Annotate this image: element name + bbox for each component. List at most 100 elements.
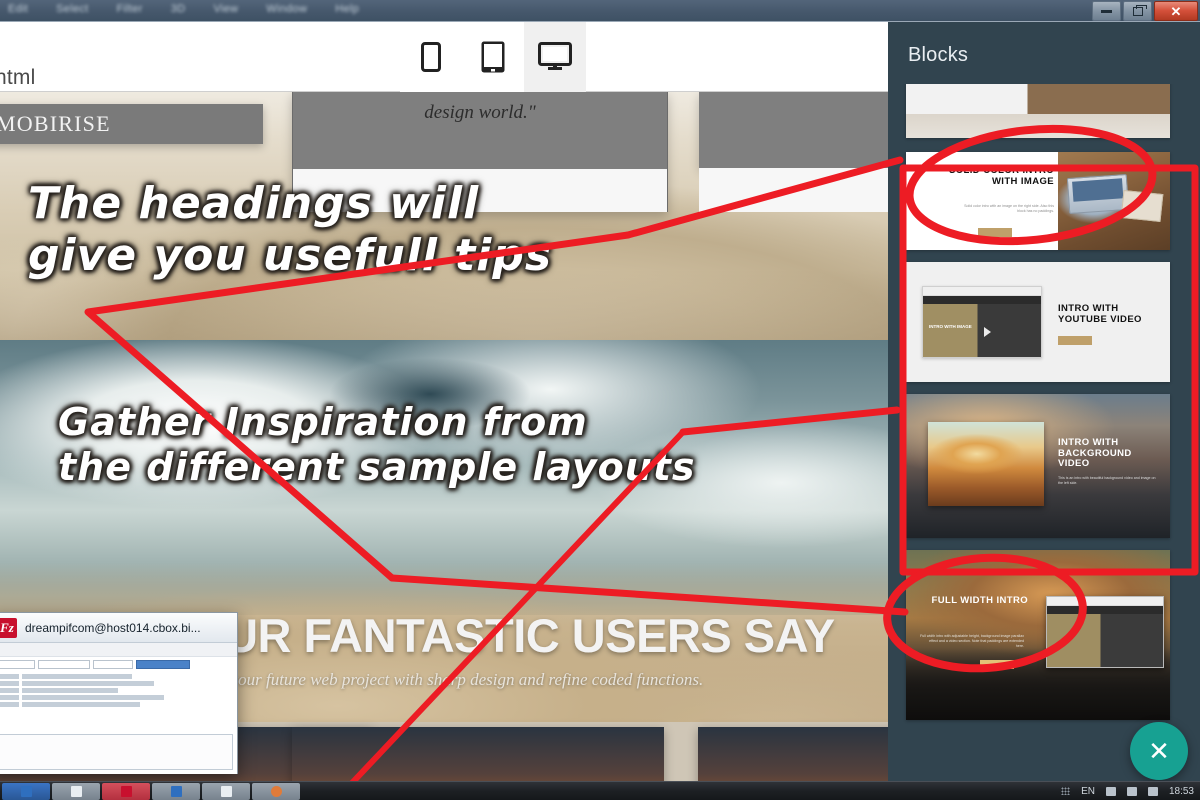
- device-desktop-button[interactable]: [524, 22, 586, 92]
- block-preview: [906, 84, 1170, 114]
- browser-sitenav: [1047, 606, 1163, 614]
- window-controls: ✕: [1092, 0, 1200, 22]
- username-field[interactable]: [38, 660, 90, 669]
- restore-icon: [1132, 4, 1147, 16]
- close-window-button[interactable]: ✕: [1154, 1, 1198, 21]
- block-preview-image: [1058, 152, 1170, 250]
- action-center-icon[interactable]: [1147, 786, 1158, 796]
- menu-item-view[interactable]: View: [213, 3, 238, 15]
- taskbar-item[interactable]: [2, 782, 50, 800]
- filezilla-window[interactable]: Fz dreampifcom@host014.cbox.bi...: [0, 612, 238, 774]
- language-indicator[interactable]: EN: [1081, 786, 1095, 797]
- blocks-panel-title: Blocks: [908, 44, 969, 66]
- taskbar-item-filezilla[interactable]: [102, 782, 150, 800]
- system-tray[interactable]: EN 18:53: [1061, 786, 1194, 797]
- site-navbar: MOBIRISE: [0, 104, 263, 144]
- device-preview-group: [400, 22, 586, 92]
- laptop-shape: [1066, 173, 1130, 215]
- play-icon: [984, 327, 992, 338]
- host-field[interactable]: [0, 660, 35, 669]
- close-blocks-panel-button[interactable]: ✕: [1130, 722, 1188, 780]
- network-icon[interactable]: [1105, 786, 1116, 796]
- filezilla-icon: Fz: [0, 617, 17, 638]
- filezilla-body: [0, 643, 237, 774]
- annotation-line: give you usefull tips: [28, 229, 553, 281]
- testimonial-card-right-footer: [699, 168, 888, 212]
- mobile-icon: [421, 42, 441, 72]
- menu-item-window[interactable]: Window: [266, 3, 307, 15]
- block-thumbnail[interactable]: [906, 84, 1170, 138]
- annotation-tip-headings: The headings will give you usefull tips: [28, 178, 552, 282]
- filezilla-titlebar: Fz dreampifcom@host014.cbox.bi...: [0, 613, 237, 643]
- block-cta-button: [1058, 336, 1092, 345]
- screen: Edit Select Filter 3D View Window Help ✕…: [0, 0, 1200, 800]
- menu-item-select[interactable]: Select: [56, 3, 88, 15]
- close-icon: ✕: [1170, 3, 1182, 19]
- password-field[interactable]: [93, 660, 133, 669]
- block-title: FULL WIDTH INTRO: [931, 595, 1028, 606]
- windows-taskbar[interactable]: EN 18:53: [0, 781, 1200, 800]
- device-mobile-button[interactable]: [400, 22, 462, 92]
- device-tablet-button[interactable]: [462, 22, 524, 92]
- site-logo: MOBIRISE: [0, 111, 111, 136]
- taskbar-item[interactable]: [202, 782, 250, 800]
- filezilla-title: dreampifcom@host014.cbox.bi...: [25, 620, 201, 635]
- taskbar-item[interactable]: [52, 782, 100, 800]
- filezilla-quickconnect[interactable]: [0, 657, 237, 672]
- app-icon: [170, 785, 182, 797]
- menu-item-filter[interactable]: Filter: [117, 3, 143, 15]
- tablet-icon: [481, 41, 505, 73]
- log-row: [0, 695, 233, 700]
- restore-button[interactable]: [1123, 1, 1152, 21]
- browser-addressbar: [923, 287, 1041, 296]
- testimonial-card-right: [699, 92, 888, 212]
- block-thumbnail-full-width-intro[interactable]: FULL WIDTH INTRO Full width intro with a…: [906, 550, 1170, 720]
- desktop-icon: [538, 42, 572, 70]
- taskbar-item[interactable]: [252, 782, 300, 800]
- annotation-line: The headings will: [28, 178, 480, 229]
- testimonial-quote-tail: design world.": [424, 102, 536, 123]
- app-icon: [220, 785, 232, 797]
- menu-item-edit[interactable]: Edit: [8, 3, 28, 15]
- annotation-tip-inspiration: Gather Inspiration from the different sa…: [58, 400, 696, 490]
- log-row: [0, 702, 233, 707]
- blocks-panel: Blocks SOLID COLOR INTRO WITH IMAGE Soli…: [888, 22, 1200, 799]
- block-title: INTRO WITH YOUTUBE VIDEO: [1058, 303, 1142, 325]
- browser-hero-label: INTRO WITH IMAGE: [929, 324, 972, 329]
- log-row: [0, 688, 233, 693]
- window-titlebar: Edit Select Filter 3D View Window Help ✕: [0, 0, 1200, 22]
- taskbar-item[interactable]: [152, 782, 200, 800]
- block-thumbnail-intro-with-background-video[interactable]: INTRO WITH BACKGROUND VIDEO This is an i…: [906, 394, 1170, 538]
- block-title: SOLID COLOR INTRO WITH IMAGE: [949, 165, 1054, 187]
- clock[interactable]: 18:53: [1169, 786, 1194, 797]
- browser-sitenav: [923, 296, 1041, 304]
- filezilla-toolbar[interactable]: [0, 643, 237, 657]
- minimize-button[interactable]: [1092, 1, 1121, 21]
- log-row: [0, 681, 233, 686]
- block-description: Solid color intro with an image on the r…: [964, 204, 1054, 213]
- menu-bar[interactable]: Edit Select Filter 3D View Window Help: [8, 3, 359, 15]
- blocks-list[interactable]: SOLID COLOR INTRO WITH IMAGE Solid color…: [888, 84, 1200, 744]
- page-tab-label[interactable]: html: [0, 66, 35, 90]
- browser-mockup: INTRO WITH IMAGE: [922, 286, 1042, 358]
- annotation-line: Gather Inspiration from: [58, 400, 588, 444]
- app-icon: [270, 785, 282, 797]
- filezilla-taskbar-icon: [120, 785, 132, 797]
- menu-item-3d[interactable]: 3D: [171, 3, 186, 15]
- block-thumbnail-solid-color-intro-with-image[interactable]: SOLID COLOR INTRO WITH IMAGE Solid color…: [906, 152, 1170, 250]
- tray-handle-icon[interactable]: [1061, 787, 1071, 795]
- minimize-icon: [1101, 9, 1112, 13]
- log-row: [0, 674, 233, 679]
- block-title: INTRO WITH BACKGROUND VIDEO: [1058, 437, 1132, 470]
- browser-addressbar: [1047, 597, 1163, 606]
- block-description: This is an intro with beautiful backgrou…: [1058, 476, 1156, 485]
- block-thumbnail-intro-with-youtube-video[interactable]: INTRO WITH IMAGE INTRO WITH YOUTUBE VIDE…: [906, 262, 1170, 382]
- volume-icon[interactable]: [1126, 786, 1137, 796]
- filezilla-file-pane[interactable]: [0, 734, 233, 770]
- browser-mockup: [1046, 596, 1164, 668]
- block-cta-button: [980, 660, 1014, 669]
- quickconnect-button[interactable]: [136, 660, 190, 669]
- filezilla-log: [0, 672, 237, 711]
- block-preview-image: [928, 422, 1044, 506]
- menu-item-help[interactable]: Help: [335, 3, 359, 15]
